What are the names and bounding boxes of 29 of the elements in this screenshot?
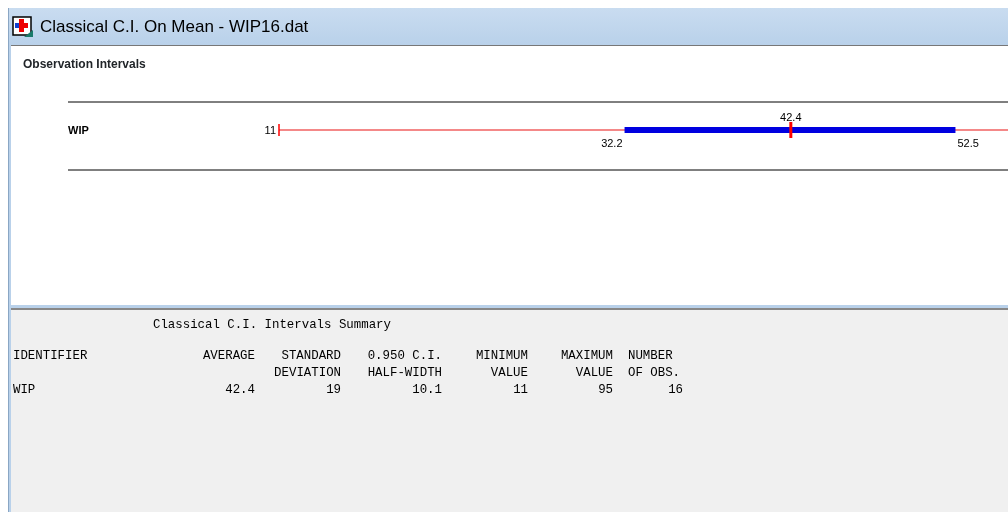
column-header: MINIMUM [474, 348, 528, 365]
minimum-label: 11 [264, 124, 276, 136]
upper-label: 52.5 [957, 137, 979, 149]
table-cell-text: 10.1 [411, 382, 442, 399]
table-cell-text: 11 [512, 382, 528, 399]
table-cell-text: 42.4 [224, 382, 255, 399]
column-header: AVERAGE [201, 348, 255, 365]
mean-marker [789, 122, 793, 138]
column-header: MAXIMUM [559, 348, 613, 365]
table-cell-text: 16 [667, 382, 684, 399]
window-title: Classical C.I. On Mean - WIP16.dat [40, 15, 309, 38]
column-header: DEVIATION [273, 365, 341, 382]
column-header: IDENTIFIER [13, 348, 89, 365]
column-header: VALUE [489, 365, 528, 382]
column-header: VALUE [574, 365, 613, 382]
column-header: STANDARD [280, 348, 341, 365]
mean-label: 42.4 [780, 111, 802, 123]
table-cell-text: 95 [597, 382, 613, 399]
column-header: 0.950 C.I. [366, 348, 442, 365]
column-header: OF OBS. [627, 365, 682, 382]
column-header: NUMBER [627, 348, 674, 365]
table-cell-text: WIP [13, 382, 37, 399]
series-label: WIP [68, 124, 89, 136]
summary-title: Classical C.I. Intervals Summary [153, 317, 391, 334]
plot-title: Observation Intervals [23, 56, 146, 73]
table-cell-text: 19 [325, 382, 341, 399]
lower-label: 32.2 [601, 137, 623, 149]
column-header: HALF-WIDTH [366, 365, 442, 382]
app-icon [12, 15, 34, 38]
